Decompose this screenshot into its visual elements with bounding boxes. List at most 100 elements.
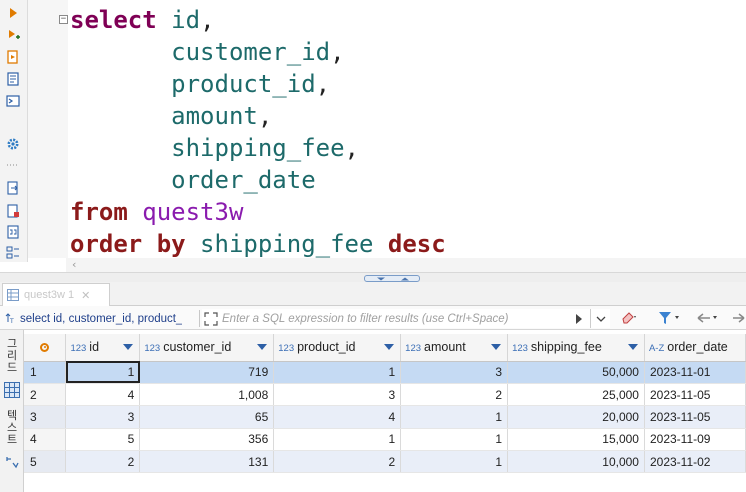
save-script-icon[interactable] bbox=[6, 204, 20, 218]
table-cell[interactable]: 2023-11-09 bbox=[644, 428, 746, 452]
row-number[interactable]: 3 bbox=[24, 405, 67, 429]
table-row[interactable]: 2 4 1,008 3 2 25,000 2023-11-05 bbox=[24, 383, 746, 407]
code-line[interactable]: order by shipping_fee desc bbox=[70, 228, 446, 258]
load-script-icon[interactable] bbox=[6, 181, 20, 195]
grid-view-icon[interactable] bbox=[4, 382, 20, 402]
console-icon[interactable] bbox=[6, 94, 20, 108]
table-cell[interactable]: 3 bbox=[400, 361, 509, 384]
sort-icon[interactable] bbox=[384, 344, 395, 350]
row-number[interactable]: 5 bbox=[24, 450, 67, 474]
table-cell[interactable]: 20,000 bbox=[507, 405, 645, 429]
table-cell[interactable]: 1 bbox=[273, 428, 402, 452]
table-cell[interactable]: 2023-11-02 bbox=[644, 450, 746, 474]
explain-plan-icon[interactable] bbox=[6, 72, 20, 86]
code-line[interactable]: select id, bbox=[70, 4, 446, 36]
filter-input[interactable]: Enter a SQL expression to filter results… bbox=[202, 309, 610, 328]
table-cell[interactable]: 4 bbox=[65, 383, 141, 407]
export-icon[interactable] bbox=[6, 225, 20, 239]
table-cell[interactable]: 2023-11-05 bbox=[644, 405, 746, 429]
table-cell[interactable]: 2 bbox=[400, 383, 509, 407]
scroll-left-icon[interactable]: ‹ bbox=[72, 258, 76, 272]
table-cell[interactable]: 15,000 bbox=[507, 428, 645, 452]
sort-icon[interactable] bbox=[491, 344, 502, 350]
fold-toggle[interactable]: − bbox=[59, 15, 68, 24]
number-type-icon: 123 bbox=[512, 343, 528, 355]
code-line[interactable]: shipping_fee, bbox=[70, 132, 446, 164]
table-row[interactable]: 1 1 719 1 3 50,000 2023-11-01 bbox=[24, 361, 746, 384]
apply-filter-button[interactable] bbox=[570, 309, 588, 328]
code-line[interactable]: product_id, bbox=[70, 68, 446, 100]
table-row[interactable]: 3 3 65 4 1 20,000 2023-11-05 bbox=[24, 405, 746, 429]
text-view-icon[interactable] bbox=[5, 454, 19, 473]
code-line[interactable]: from quest3w bbox=[70, 196, 446, 228]
back-icon[interactable] bbox=[696, 310, 724, 326]
close-icon[interactable]: ✕ bbox=[81, 289, 90, 302]
layout-icon[interactable] bbox=[6, 246, 20, 260]
table-cell[interactable]: 50,000 bbox=[507, 361, 645, 384]
tab-results[interactable]: quest3w 1 ✕ bbox=[2, 283, 110, 306]
table-cell[interactable]: 1 bbox=[273, 361, 402, 384]
table-cell[interactable]: 719 bbox=[139, 361, 275, 384]
row-number[interactable]: 2 bbox=[24, 383, 67, 407]
column-header-order-date[interactable]: A-Z order_date bbox=[644, 334, 746, 362]
expand-filter-icon[interactable] bbox=[204, 311, 218, 330]
table-cell[interactable]: 356 bbox=[139, 428, 275, 452]
result-grid[interactable]: 123 id 123 customer_id 123 product_id 123 am… bbox=[24, 334, 746, 474]
code-token: , bbox=[344, 134, 359, 162]
execute-new-tab-icon[interactable] bbox=[6, 28, 20, 42]
sort-icon[interactable] bbox=[123, 344, 134, 350]
column-header-shipping-fee[interactable]: 123 shipping_fee bbox=[507, 334, 645, 362]
sort-icon[interactable] bbox=[627, 344, 638, 350]
panel-splitter[interactable] bbox=[0, 272, 746, 282]
code-line[interactable]: customer_id, bbox=[70, 36, 446, 68]
table-cell[interactable]: 1,008 bbox=[139, 383, 275, 407]
table-cell[interactable]: 1 bbox=[65, 361, 141, 384]
column-header-amount[interactable]: 123 amount bbox=[400, 334, 509, 362]
editor-horizontal-scrollbar[interactable]: ‹ bbox=[66, 258, 746, 272]
filter-bar: T select id, customer_id, product_ Enter… bbox=[0, 306, 746, 330]
text-view-tab[interactable]: 텍 스 트 bbox=[4, 410, 20, 446]
execute-script-icon[interactable] bbox=[6, 50, 20, 64]
row-number[interactable]: 4 bbox=[24, 428, 67, 452]
filter-icon[interactable] bbox=[658, 310, 682, 326]
table-row[interactable]: 4 5 356 1 1 15,000 2023-11-09 bbox=[24, 428, 746, 452]
splitter-handle[interactable] bbox=[364, 275, 420, 282]
table-row[interactable]: 5 2 131 2 1 10,000 2023-11-02 bbox=[24, 450, 746, 474]
row-number[interactable]: 1 bbox=[24, 361, 67, 384]
grid-view-tab[interactable]: 그 리 드 bbox=[4, 338, 20, 374]
forward-icon[interactable] bbox=[732, 310, 746, 326]
table-cell[interactable]: 5 bbox=[65, 428, 141, 452]
table-cell[interactable]: 3 bbox=[273, 383, 402, 407]
execute-statement-icon[interactable] bbox=[6, 6, 20, 20]
table-cell[interactable]: 10,000 bbox=[507, 450, 645, 474]
erase-filter-button[interactable] bbox=[620, 310, 636, 326]
column-header-label: amount bbox=[424, 340, 466, 355]
query-text-display[interactable]: T select id, customer_id, product_ bbox=[4, 310, 200, 327]
table-cell[interactable]: 25,000 bbox=[507, 383, 645, 407]
table-cell[interactable]: 1 bbox=[400, 428, 509, 452]
query-text: select id, customer_id, product_ bbox=[20, 312, 183, 325]
settings-icon[interactable] bbox=[6, 137, 20, 151]
sort-icon[interactable] bbox=[257, 344, 268, 350]
column-header-id[interactable]: 123 id bbox=[65, 334, 141, 362]
code-line[interactable]: order_date bbox=[70, 164, 446, 196]
filter-history-button[interactable] bbox=[590, 309, 610, 328]
table-cell[interactable]: 65 bbox=[139, 405, 275, 429]
table-cell[interactable]: 1 bbox=[400, 405, 509, 429]
grid-corner[interactable] bbox=[24, 334, 67, 362]
sql-code[interactable]: select id, customer_id, product_id, amou… bbox=[70, 4, 446, 258]
table-cell[interactable]: 2023-11-01 bbox=[644, 361, 746, 384]
sql-editor[interactable]: − select id, customer_id, product_id, am… bbox=[28, 0, 746, 258]
column-header-product-id[interactable]: 123 product_id bbox=[273, 334, 402, 362]
column-header-customer-id[interactable]: 123 customer_id bbox=[139, 334, 275, 362]
table-cell[interactable]: 1 bbox=[400, 450, 509, 474]
table-cell[interactable]: 131 bbox=[139, 450, 275, 474]
table-cell[interactable]: 2 bbox=[273, 450, 402, 474]
table-cell[interactable]: 3 bbox=[65, 405, 141, 429]
table-cell[interactable]: 4 bbox=[273, 405, 402, 429]
code-token: , bbox=[330, 38, 345, 66]
table-cell[interactable]: 2023-11-05 bbox=[644, 383, 746, 407]
table-cell[interactable]: 2 bbox=[65, 450, 141, 474]
code-line[interactable]: amount, bbox=[70, 100, 446, 132]
